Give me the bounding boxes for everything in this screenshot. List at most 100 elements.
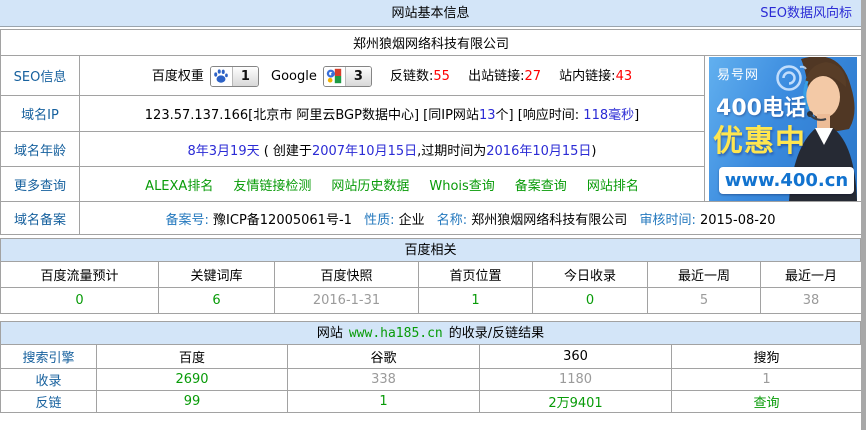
col-header-engine: 搜索引擎 [1,345,97,369]
include-google-value: 338 [288,369,480,391]
engine-header-row: 搜索引擎 百度 谷歌 360 搜狗 [1,345,862,369]
include-sogou-value: 1 [672,369,862,391]
icp-row-content: 备案号: 豫ICP备12005061号-1 性质: 企业 名称: 郑州狼烟网络科… [80,202,862,235]
baidu-weight-badge[interactable]: 1 [210,66,259,87]
more-query-label: 更多查询 [1,167,80,202]
snapshot-date-value: 2016-1-31 [275,288,419,314]
last-week-value: 5 [648,288,761,314]
col-header-traffic: 百度流量预计 [1,262,159,288]
page-title: 网站基本信息 [0,0,861,27]
col-header-baidu: 百度 [97,345,288,369]
outbound-links-label: 出站链接: [468,69,524,84]
more-query-content: ALEXA排名 友情链接检测 网站历史数据 Whois查询 备案查询 网站排名 [80,167,705,202]
icp-nature: 企业 [399,213,425,228]
backlink-360-value[interactable]: 2万9401 [480,391,672,413]
baidu-paw-icon [211,67,233,86]
response-time-open: [响应时间: [518,108,584,123]
google-logo-icon [324,67,346,86]
friend-link-check-link[interactable]: 友情链接检测 [233,179,311,194]
baidu-related-table: 百度流量预计 关键词库 百度快照 首页位置 今日收录 最近一周 最近一月 0 6… [0,261,862,314]
ad-brand-name: 易号网 [717,64,759,83]
backlink-row: 反链 99 1 2万9401 查询 [1,391,862,413]
links-title-suffix: 的收录/反链结果 [449,326,544,341]
col-header-keywords: 关键词库 [159,262,275,288]
baidu-values-row: 0 6 2016-1-31 1 0 5 38 [1,288,862,314]
domain-age-content: 8年3月19天 ( 创建于2007年10月15日,过期时间为2016年10月15… [80,132,705,167]
col-header-google: 谷歌 [288,345,480,369]
baidu-section-title: 百度相关 [404,243,456,258]
domain-age-value: 8年3月19天 [188,144,260,159]
company-row: 郑州狼烟网络科技有限公司 [1,30,862,56]
internal-links-label: 站内链接: [559,69,615,84]
last-month-value: 38 [761,288,862,314]
col-header-today-indexed: 今日收录 [533,262,648,288]
icp-query-link[interactable]: 备案查询 [515,179,567,194]
include-row: 收录 2690 338 1180 1 [1,369,862,391]
baidu-weight-label: 百度权重 [152,69,204,84]
whois-query-link[interactable]: Whois查询 [429,179,494,194]
icp-name: 郑州狼烟网络科技有限公司 [471,213,627,228]
ad-logo-icon [773,60,809,94]
seo-row-content: 百度权重 1 Google 3 反链数:55 出站链接:27 站内链接:43 [80,56,705,96]
icp-number-label: 备案号: [166,213,209,228]
icp-audit-date: 2015-08-20 [700,213,776,228]
backlink-google-value[interactable]: 1 [288,391,480,413]
age-expire-prefix: ,过期时间为 [417,144,486,159]
col-header-sogou: 搜狗 [672,345,862,369]
top-header-bar: 网站基本信息 SEO数据风向标 [0,0,861,27]
backlinks-value: 55 [433,69,450,84]
google-pr-badge[interactable]: 3 [323,66,372,87]
site-domain[interactable]: www.ha185.cn [349,326,443,341]
keyword-count-value[interactable]: 6 [159,288,275,314]
col-header-snapshot: 百度快照 [275,262,419,288]
google-pr-value: 3 [346,67,371,86]
google-pr-label: Google [271,69,317,84]
domain-ip-content: 123.57.137.166[北京市 阿里云BGP数据中心] [同IP网站13个… [80,96,705,132]
ip-and-location: 123.57.137.166[北京市 阿里云BGP数据中心] [145,108,419,123]
icp-record-row: 域名备案 备案号: 豫ICP备12005061号-1 性质: 企业 名称: 郑州… [1,202,862,235]
site-history-link[interactable]: 网站历史数据 [331,179,409,194]
col-header-homepage-pos: 首页位置 [419,262,533,288]
seo-info-row: SEO信息 百度权重 1 Google 3 反链数:55 出站链接:27 站内链接:… [1,56,862,96]
icp-audit-label: 审核时间: [639,213,695,228]
baidu-weight-value: 1 [233,67,258,86]
response-time-close: ] [634,108,639,123]
links-title-prefix: 网站 [317,326,343,341]
backlinks-label: 反链数: [390,69,433,84]
ad-banner-400[interactable]: 易号网 400电话 优惠中 www.400.cn [709,57,857,201]
internal-links-value: 43 [616,69,633,84]
include-baidu-value[interactable]: 2690 [97,369,288,391]
age-created-prefix: ( 创建于 [260,144,312,159]
backlink-sogou-query-link[interactable]: 查询 [672,391,862,413]
seo-trend-link[interactable]: SEO数据风向标 [760,0,852,27]
expire-date: 2016年10月15日 [486,144,591,159]
created-date: 2007年10月15日 [312,144,417,159]
ad-url-bar: www.400.cn [719,167,854,194]
company-name: 郑州狼烟网络科技有限公司 [1,30,862,56]
include-row-label: 收录 [1,369,97,391]
page-right-edge [861,0,866,430]
backlink-baidu-value[interactable]: 99 [97,391,288,413]
seo-row-label: SEO信息 [1,56,80,96]
today-indexed-value[interactable]: 0 [533,288,648,314]
same-ip-count-link[interactable]: 13 [479,108,496,123]
col-header-last-week: 最近一周 [648,262,761,288]
baidu-header-row: 百度流量预计 关键词库 百度快照 首页位置 今日收录 最近一周 最近一月 [1,262,862,288]
age-suffix: ) [591,144,596,159]
site-basic-info-table: 郑州狼烟网络科技有限公司 SEO信息 百度权重 1 Google 3 反链数:55 … [0,29,862,235]
domain-ip-label: 域名IP [1,96,80,132]
include-backlink-table: 搜索引擎 百度 谷歌 360 搜狗 收录 2690 338 1180 1 反链 … [0,344,862,413]
alexa-rank-link[interactable]: ALEXA排名 [145,179,213,194]
baidu-section-bar: 百度相关 [0,238,861,262]
ad-url: www.400.cn [725,170,848,191]
include-360-value: 1180 [480,369,672,391]
traffic-estimate-value[interactable]: 0 [1,288,159,314]
icp-row-label: 域名备案 [1,202,80,235]
response-time-value: 118毫秒 [583,108,634,123]
homepage-position-value[interactable]: 1 [419,288,533,314]
same-ip-open: [同IP网站 [419,108,479,123]
icp-number: 豫ICP备12005061号-1 [213,213,352,228]
site-rank-link[interactable]: 网站排名 [587,179,639,194]
ad-highlight: 优惠中 [713,116,806,160]
outbound-links-value: 27 [524,69,541,84]
